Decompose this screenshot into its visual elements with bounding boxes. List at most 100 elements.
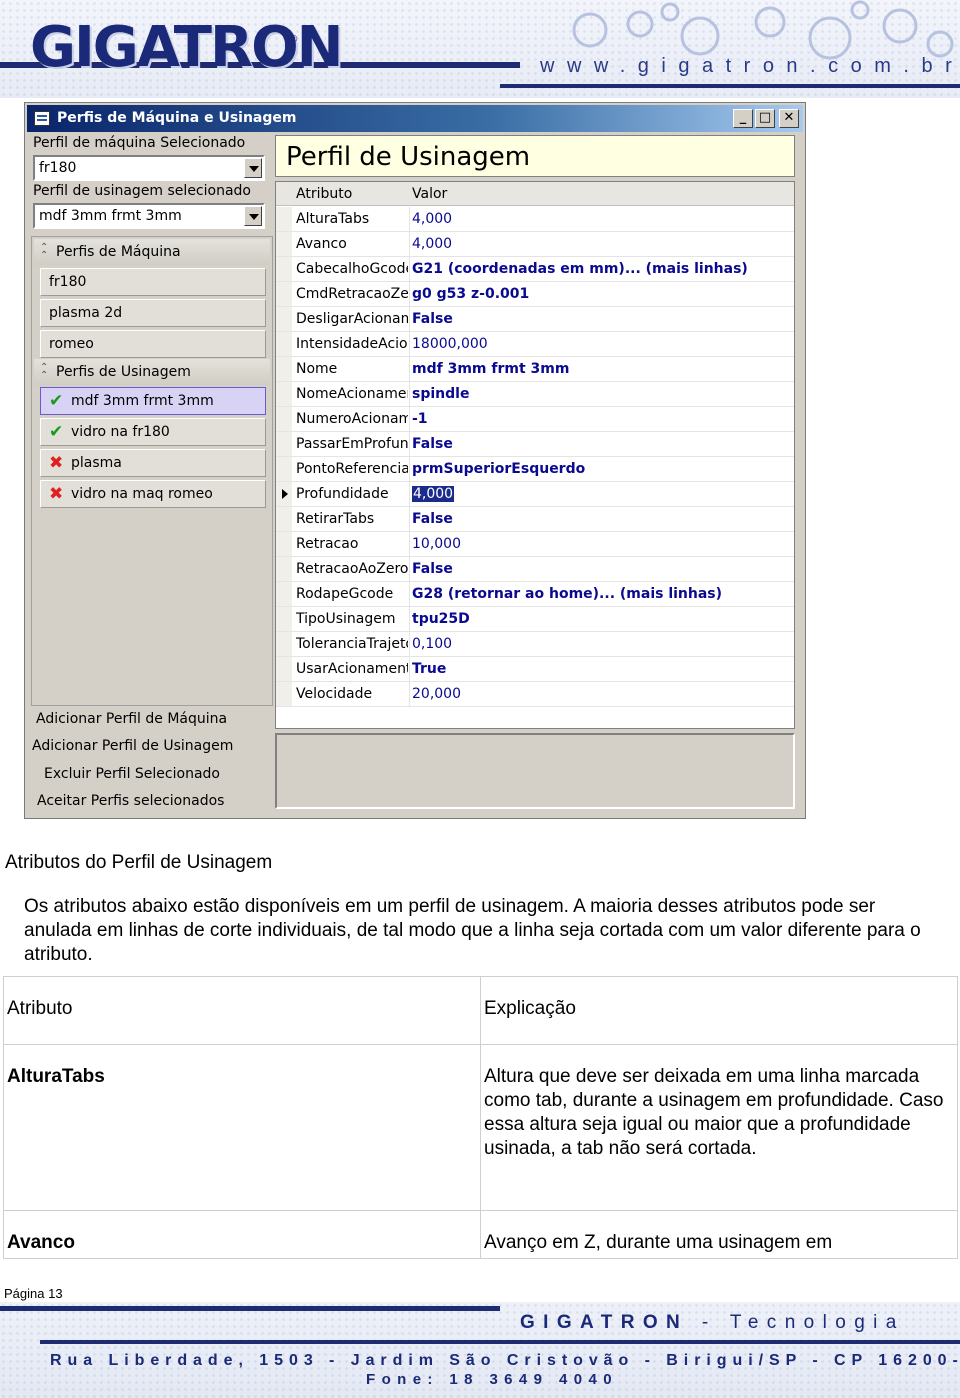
grid-row[interactable]: UsarAcionamento True — [276, 657, 794, 682]
collapse-icon[interactable]: ⌃ ⌃ — [40, 243, 48, 261]
milling-profile-item-label: vidro na fr180 — [71, 424, 170, 440]
profiles-list: ⌃ ⌃ Perfis de Máquina fr180 plasma 2d rom… — [31, 236, 273, 706]
machine-profile-item-label: plasma 2d — [49, 305, 123, 321]
table-cell-explanation: Avanço em Z, durante uma usinagem em — [480, 1210, 958, 1259]
row-attribute: UsarAcionamento — [296, 661, 408, 677]
milling-profile-item[interactable]: ✖ vidro na maq romeo — [40, 480, 266, 508]
chevron-down-icon[interactable] — [244, 158, 262, 178]
row-attribute: NomeAcionamento — [296, 386, 408, 402]
milling-profile-item[interactable]: ✔ mdf 3mm frmt 3mm — [40, 387, 266, 415]
row-value[interactable]: 0,100 — [412, 636, 452, 652]
row-attribute: DesligarAcionamento — [296, 311, 408, 327]
machine-profile-item[interactable]: fr180 — [40, 268, 266, 296]
row-attribute: Retracao — [296, 536, 359, 552]
grid-row[interactable]: DesligarAcionamentoFalse — [276, 307, 794, 332]
row-value[interactable]: spindle — [412, 386, 469, 402]
machine-profile-item[interactable]: plasma 2d — [40, 299, 266, 327]
row-value[interactable]: False — [412, 311, 453, 327]
row-value[interactable]: False — [412, 436, 453, 452]
row-attribute: PontoReferencia — [296, 461, 408, 477]
grid-row[interactable]: TipoUsinagem tpu25D — [276, 607, 794, 632]
table-header-explanation: Explicação — [480, 976, 958, 1045]
cross-icon: ✖ — [49, 453, 64, 473]
row-attribute: Velocidade — [296, 686, 373, 702]
grid-row[interactable]: CabecalhoGcode G21 (coordenadas em mm)...… — [276, 257, 794, 282]
row-value[interactable]: False — [412, 561, 453, 577]
row-value[interactable]: mdf 3mm frmt 3mm — [412, 361, 569, 377]
machine-profile-value: fr180 — [39, 160, 77, 176]
milling-profiles-group[interactable]: ⌃ ⌃ Perfis de Usinagem — [34, 359, 270, 385]
grid-row[interactable]: ToleranciaTrajeto 0,100 — [276, 632, 794, 657]
row-value[interactable]: G28 (retornar ao home)... (mais linhas) — [412, 586, 722, 602]
machine-profile-select[interactable]: fr180 — [33, 155, 265, 181]
milling-profile-item-label: vidro na maq romeo — [71, 486, 213, 502]
grid-row[interactable]: Retracao 10,000 — [276, 532, 794, 557]
row-value[interactable]: 18000,000 — [412, 336, 488, 352]
row-value[interactable]: 4,000 — [412, 486, 455, 502]
grid-row[interactable]: RodapeGcode G28 (retornar ao home)... (ma… — [276, 582, 794, 607]
machine-profile-item[interactable]: romeo — [40, 330, 266, 358]
row-value[interactable]: True — [412, 661, 446, 677]
grid-header-attribute: Atributo — [296, 186, 353, 202]
grid-row[interactable]: CmdRetracaoZerog0 g53 z-0.001 — [276, 282, 794, 307]
row-attribute: TipoUsinagem — [296, 611, 396, 627]
header-stripe-right — [500, 84, 960, 88]
row-value[interactable]: prmSuperiorEsquerdo — [412, 461, 585, 477]
row-value[interactable]: 4,000 — [412, 236, 452, 252]
row-attribute: ToleranciaTrajeto — [296, 636, 408, 652]
row-value[interactable]: G21 (coordenadas em mm)... (mais linhas) — [412, 261, 748, 277]
row-separator — [409, 482, 410, 506]
row-gutter — [276, 607, 292, 631]
row-value[interactable]: 10,000 — [412, 536, 461, 552]
footer-brand: GIGATRON — [520, 1312, 689, 1333]
maximize-button[interactable]: □ — [755, 109, 775, 128]
grid-row[interactable]: NomeAcionamentospindle — [276, 382, 794, 407]
grid-row[interactable]: PassarEmProfundidadeFalse — [276, 432, 794, 457]
chevron-down-icon[interactable] — [244, 206, 262, 226]
collapse-icon[interactable]: ⌃ ⌃ — [40, 363, 48, 381]
milling-profile-item[interactable]: ✖ plasma — [40, 449, 266, 477]
table-row: AlturaTabs Altura que deve ser deixada e… — [3, 1044, 958, 1211]
row-separator — [409, 407, 410, 431]
row-value[interactable]: 4,000 — [412, 211, 452, 227]
page-number: Página 13 — [4, 1286, 63, 1301]
description-area — [275, 733, 795, 809]
grid-row[interactable]: Avanco 4,000 — [276, 232, 794, 257]
close-button[interactable]: ✕ — [779, 109, 799, 128]
table-header-row: Atributo Explicação — [3, 976, 958, 1045]
grid-row[interactable]: IntensidadeAcionamento18000,000 — [276, 332, 794, 357]
window-titlebar[interactable]: Perfis de Máquina e Usinagem _ □ ✕ — [27, 105, 803, 132]
milling-profile-item[interactable]: ✔ vidro na fr180 — [40, 418, 266, 446]
row-separator — [409, 232, 410, 256]
grid-row[interactable]: PontoReferencia prmSuperiorEsquerdo — [276, 457, 794, 482]
row-separator — [409, 632, 410, 656]
row-value[interactable]: -1 — [412, 411, 428, 427]
grid-row[interactable]: Profundidade 4,000 — [276, 482, 794, 507]
add-machine-profile-link[interactable]: Adicionar Perfil de Máquina — [36, 711, 227, 727]
row-attribute: RetracaoAoZero — [296, 561, 408, 577]
row-value[interactable]: tpu25D — [412, 611, 470, 627]
row-separator — [409, 332, 410, 356]
grid-row[interactable]: Velocidade 20,000 — [276, 682, 794, 707]
row-gutter — [276, 357, 292, 381]
row-value[interactable]: False — [412, 511, 453, 527]
delete-profile-link[interactable]: Excluir Perfil Selecionado — [44, 766, 220, 782]
site-url[interactable]: www.gigatron.com.br — [540, 55, 960, 78]
row-gutter — [276, 382, 292, 406]
table-cell-attribute: Avanco — [3, 1210, 481, 1259]
add-milling-profile-link[interactable]: Adicionar Perfil de Usinagem — [32, 738, 233, 754]
grid-header-value: Valor — [412, 186, 448, 202]
row-value[interactable]: 20,000 — [412, 686, 461, 702]
minimize-button[interactable]: _ — [733, 109, 753, 128]
row-value[interactable]: g0 g53 z-0.001 — [412, 286, 529, 302]
grid-row[interactable]: Nome mdf 3mm frmt 3mm — [276, 357, 794, 382]
row-attribute: IntensidadeAcionamento — [296, 336, 408, 352]
grid-row[interactable]: AlturaTabs 4,000 — [276, 207, 794, 232]
grid-row[interactable]: RetirarTabs False — [276, 507, 794, 532]
accept-profiles-link[interactable]: Aceitar Perfis selecionados — [37, 793, 224, 809]
grid-row[interactable]: RetracaoAoZero False — [276, 557, 794, 582]
milling-profile-select[interactable]: mdf 3mm frmt 3mm — [33, 203, 265, 229]
machine-profiles-group[interactable]: ⌃ ⌃ Perfis de Máquina — [34, 239, 270, 265]
grid-row[interactable]: NumeroAcionamento-1 — [276, 407, 794, 432]
property-grid[interactable]: Atributo Valor AlturaTabs 4,000 Avanco 4,00… — [275, 181, 795, 729]
